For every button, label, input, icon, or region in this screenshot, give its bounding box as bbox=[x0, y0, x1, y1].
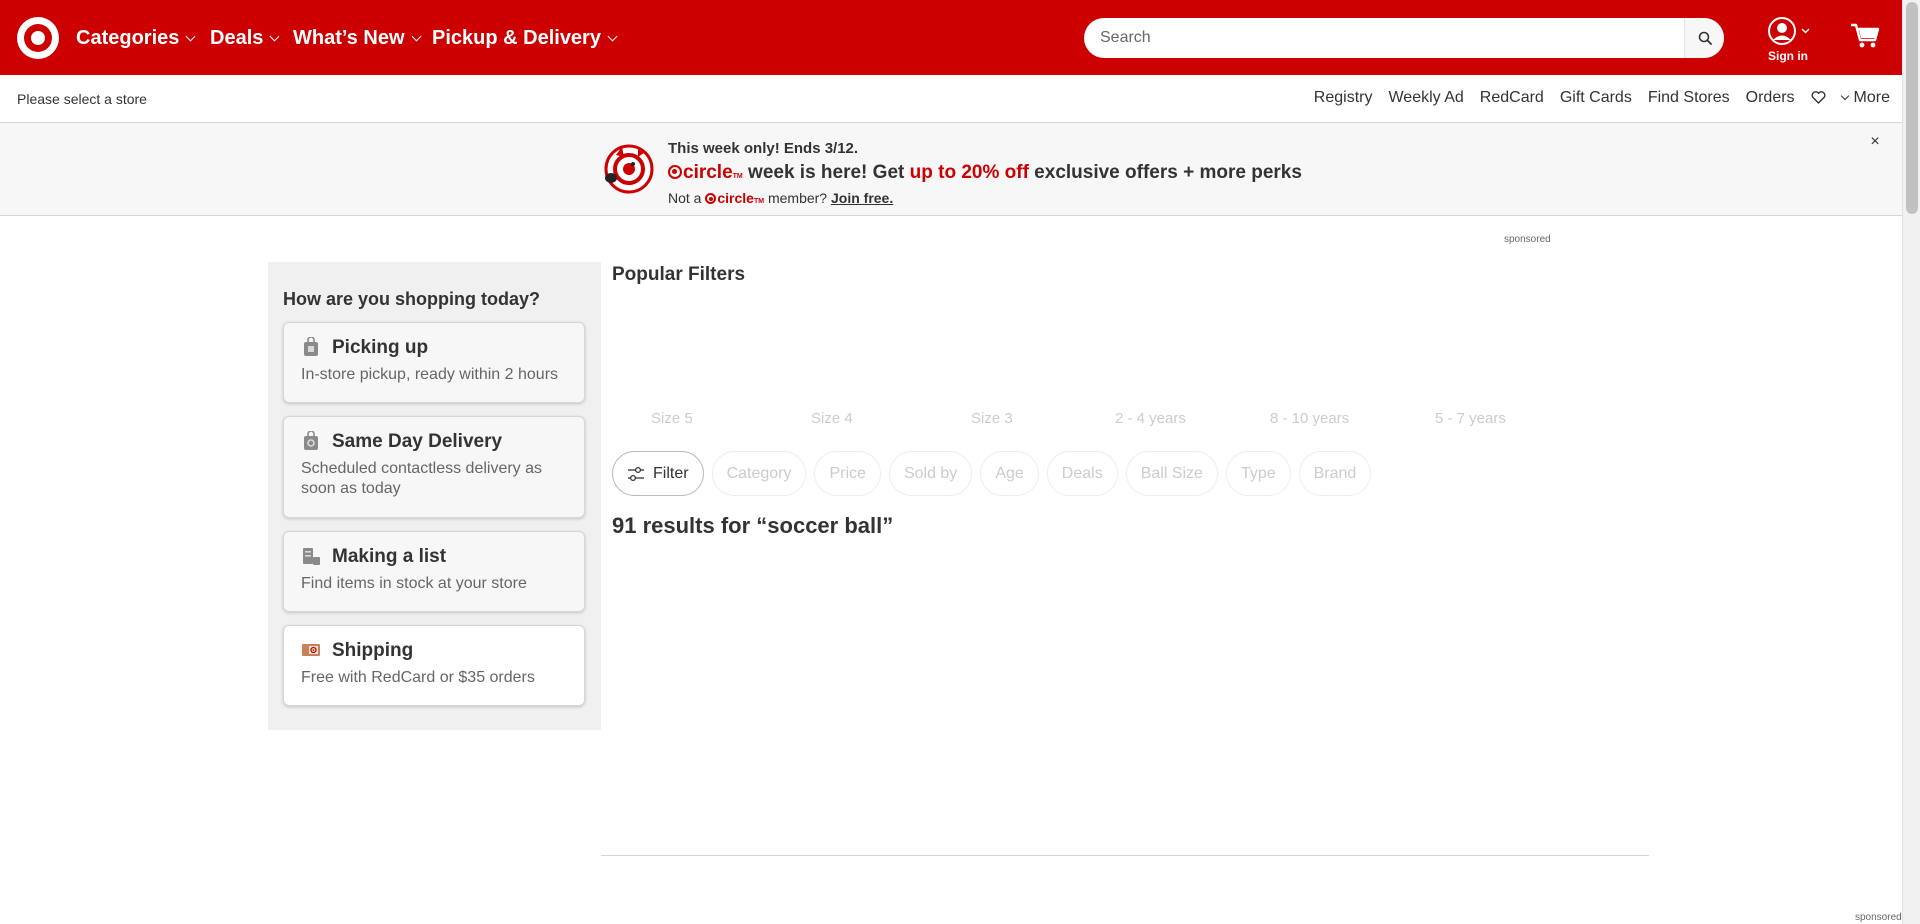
option-title: Making a list bbox=[332, 546, 447, 567]
scrollbar-thumb[interactable] bbox=[1906, 2, 1918, 214]
shopping-mode-panel: How are you shopping today? Picking up I… bbox=[268, 262, 601, 730]
chip-price[interactable]: Price bbox=[814, 451, 881, 496]
option-desc: Find items in stock at your store bbox=[301, 575, 527, 592]
filter-label: Filter bbox=[653, 464, 689, 482]
account-icon bbox=[1768, 17, 1810, 45]
chip-brand[interactable]: Brand bbox=[1298, 451, 1372, 496]
store-selector[interactable]: Please select a store bbox=[17, 91, 147, 107]
chip-ball-size[interactable]: Ball Size bbox=[1125, 451, 1218, 496]
bullseye-dog-icon bbox=[604, 144, 654, 194]
link-gift-cards[interactable]: Gift Cards bbox=[1560, 89, 1632, 107]
favorites-heart-icon[interactable] bbox=[1811, 89, 1826, 107]
chip-category[interactable]: Category bbox=[711, 451, 807, 496]
utility-bar: Please select a store Registry Weekly Ad… bbox=[0, 75, 1902, 123]
popular-filter-item[interactable]: Size 4 bbox=[811, 410, 853, 427]
nav-categories-label: Categories bbox=[76, 26, 180, 49]
promo-not-a: Not a bbox=[668, 190, 706, 206]
chip-deals[interactable]: Deals bbox=[1046, 451, 1118, 496]
popular-filter-item[interactable]: Size 3 bbox=[971, 410, 1013, 427]
delivery-bag-icon bbox=[304, 431, 318, 450]
promo-discount: up to 20% off bbox=[909, 162, 1029, 183]
option-title: Same Day Delivery bbox=[332, 431, 503, 452]
option-same-day-delivery[interactable]: Same Day Delivery Scheduled contactless … bbox=[283, 416, 585, 518]
more-label: More bbox=[1853, 89, 1890, 106]
results-count-heading: 91 results for “soccer ball” bbox=[612, 513, 894, 538]
search-icon bbox=[1698, 31, 1712, 45]
option-shipping[interactable]: Shipping Free with RedCard or $35 orders bbox=[283, 625, 585, 706]
close-icon[interactable]: × bbox=[1868, 134, 1882, 150]
chevron-down-icon bbox=[1840, 91, 1849, 101]
nav-categories[interactable]: Categories bbox=[76, 24, 196, 52]
nav-deals-label: Deals bbox=[210, 26, 264, 49]
link-find-stores[interactable]: Find Stores bbox=[1648, 89, 1730, 107]
sliders-icon bbox=[628, 466, 644, 481]
popular-filter-item[interactable]: Size 5 bbox=[651, 410, 693, 427]
utility-links: Registry Weekly Ad RedCard Gift Cards Fi… bbox=[1314, 89, 1890, 107]
chevron-down-icon bbox=[269, 31, 280, 41]
list-icon bbox=[303, 548, 320, 565]
link-redcard[interactable]: RedCard bbox=[1480, 89, 1544, 107]
nav-pickup-delivery[interactable]: Pickup & Delivery bbox=[432, 24, 618, 52]
nav-whats-new-label: What’s New bbox=[293, 26, 405, 49]
nav-whats-new[interactable]: What’s New bbox=[293, 24, 421, 52]
nav-pickup-delivery-label: Pickup & Delivery bbox=[432, 26, 601, 49]
chevron-down-icon bbox=[185, 31, 196, 41]
popular-filter-item[interactable]: 5 - 7 years bbox=[1435, 410, 1506, 427]
cart-icon bbox=[1851, 23, 1880, 48]
promo-member: member? bbox=[764, 190, 831, 206]
option-title: Picking up bbox=[332, 337, 429, 358]
sign-in-button[interactable]: Sign in bbox=[1760, 17, 1816, 65]
chip-type[interactable]: Type bbox=[1225, 451, 1291, 496]
filter-button[interactable]: Filter bbox=[612, 451, 704, 496]
circle-week-promo-banner[interactable]: This week only! Ends 3/12. circleTM week… bbox=[0, 123, 1902, 216]
promo-offer-text: circleTM week is here! Get up to 20% off… bbox=[668, 162, 1302, 184]
search-bar bbox=[1084, 18, 1724, 58]
page-scrollbar[interactable] bbox=[1902, 0, 1920, 924]
option-desc: Free with RedCard or $35 orders bbox=[301, 669, 535, 686]
link-registry[interactable]: Registry bbox=[1314, 89, 1373, 107]
option-picking-up[interactable]: Picking up In-store pickup, ready within… bbox=[283, 322, 585, 403]
chip-age[interactable]: Age bbox=[980, 451, 1039, 496]
target-logo-icon[interactable] bbox=[17, 17, 59, 59]
circle-brand-text: circle bbox=[717, 190, 754, 206]
promo-membership-text: Not a circleTM member? Join free. bbox=[668, 190, 893, 206]
option-desc: In-store pickup, ready within 2 hours bbox=[301, 366, 559, 383]
pickup-bag-icon bbox=[304, 337, 318, 356]
chip-sold-by[interactable]: Sold by bbox=[888, 451, 973, 496]
option-title: Shipping bbox=[332, 640, 414, 661]
join-free-link[interactable]: Join free. bbox=[831, 190, 893, 206]
filter-chip-row: Filter Category Price Sold by Age Deals … bbox=[612, 451, 1372, 496]
nav-deals[interactable]: Deals bbox=[210, 24, 280, 52]
promo-offer-mid: week is here! Get bbox=[742, 162, 910, 183]
sponsored-label: sponsored bbox=[1504, 234, 1551, 245]
circle-logo: circleTM bbox=[668, 162, 743, 183]
circle-target-icon bbox=[668, 165, 682, 179]
shipping-box-icon bbox=[302, 644, 320, 656]
circle-logo-small: circleTM bbox=[705, 190, 764, 206]
more-menu[interactable]: More bbox=[1840, 89, 1890, 107]
top-header: Categories Deals What’s New Pickup & Del… bbox=[0, 0, 1902, 75]
option-desc: Scheduled contactless delivery as soon a… bbox=[301, 460, 543, 497]
search-input[interactable] bbox=[1084, 18, 1682, 58]
circle-target-icon bbox=[705, 193, 717, 204]
shopping-mode-heading: How are you shopping today? bbox=[283, 289, 541, 309]
promo-offer-end: exclusive offers + more perks bbox=[1028, 162, 1302, 183]
chevron-down-icon bbox=[411, 31, 421, 41]
search-button[interactable] bbox=[1684, 18, 1724, 58]
circle-brand-text: circle bbox=[683, 162, 733, 183]
link-weekly-ad[interactable]: Weekly Ad bbox=[1388, 89, 1463, 107]
popular-filters-title: Popular Filters bbox=[612, 264, 746, 285]
cart-button[interactable] bbox=[1850, 22, 1880, 52]
popular-filter-item[interactable]: 2 - 4 years bbox=[1115, 410, 1186, 427]
sign-in-label: Sign in bbox=[1768, 49, 1808, 63]
chevron-down-icon bbox=[607, 31, 618, 41]
promo-headline: This week only! Ends 3/12. bbox=[668, 140, 859, 157]
popular-filter-item[interactable]: 8 - 10 years bbox=[1270, 410, 1349, 427]
section-divider bbox=[601, 855, 1649, 856]
link-orders[interactable]: Orders bbox=[1746, 89, 1795, 107]
option-making-a-list[interactable]: Making a list Find items in stock at you… bbox=[283, 531, 585, 612]
